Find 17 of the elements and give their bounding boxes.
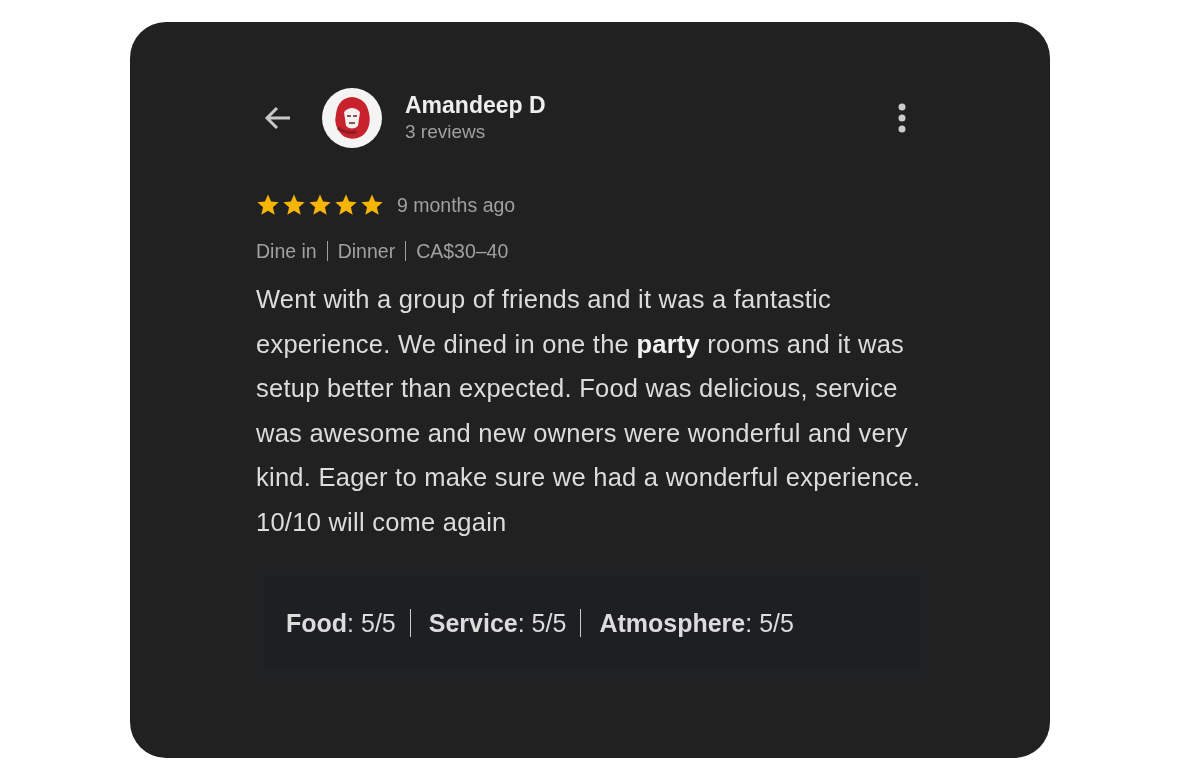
visit-tag: Dinner (326, 241, 406, 261)
avatar-icon (322, 88, 382, 148)
star-icon (282, 193, 306, 217)
visit-tag: CA$30–40 (405, 241, 519, 261)
visit-tag: Dine in (256, 241, 327, 261)
review-count[interactable]: 3 reviews (405, 119, 898, 145)
reviewer-name[interactable]: Amandeep D (405, 91, 898, 119)
review-time: 9 months ago (397, 193, 516, 217)
aspect-rating: Service: 5/5 (409, 609, 581, 637)
star-icon (360, 193, 384, 217)
aspect-rating: Atmosphere: 5/5 (580, 609, 808, 637)
star-icon (308, 193, 332, 217)
more-options-icon[interactable] (898, 103, 906, 133)
aspect-rating: Food: 5/5 (286, 609, 397, 637)
star-icon (256, 193, 280, 217)
review-text: Went with a group of friends and it was a fantastic experience. We dined in one the party rooms and it was setup better than expected. Food was delicious, service was awesome and new owners were wonderful and very kind. Eager to make sure we had a wonderful experience. 10/10 will come again (256, 284, 922, 538)
star-icon (334, 193, 358, 217)
